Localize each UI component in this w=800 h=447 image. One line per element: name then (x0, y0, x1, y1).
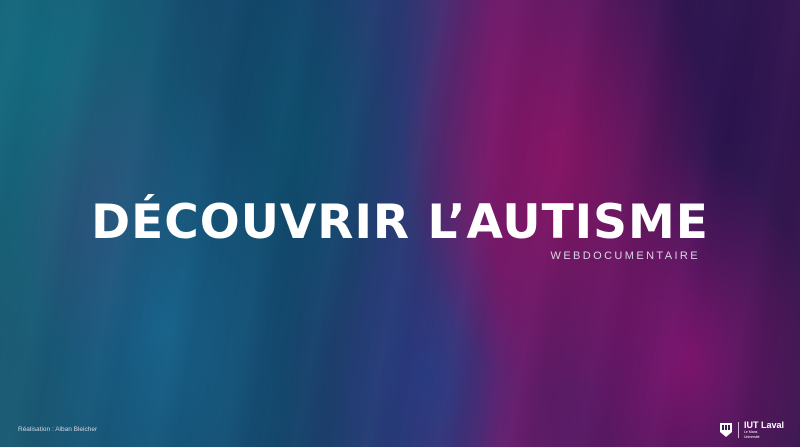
iut-crest-icon (719, 423, 732, 437)
iut-laval-logo[interactable]: IUT Laval Le Mans Université (719, 421, 784, 439)
page-subtitle: WEBDOCUMENTAIRE (550, 250, 700, 262)
credit-text: Réalisation : Alban Bleicher (18, 426, 98, 433)
title-block: DÉCOUVRIR L’AUTISME (0, 196, 800, 250)
logo-university-line1: Le Mans (743, 430, 758, 434)
logo-divider (737, 422, 739, 438)
logo-text: IUT Laval Le Mans Université (744, 421, 784, 439)
logo-name: IUT Laval (743, 420, 784, 430)
logo-university-line2: Université (743, 434, 760, 439)
page-title: DÉCOUVRIR L’AUTISME (91, 195, 709, 250)
landing-screen: DÉCOUVRIR L’AUTISME WEBDOCUMENTAIRE Réal… (0, 0, 800, 447)
